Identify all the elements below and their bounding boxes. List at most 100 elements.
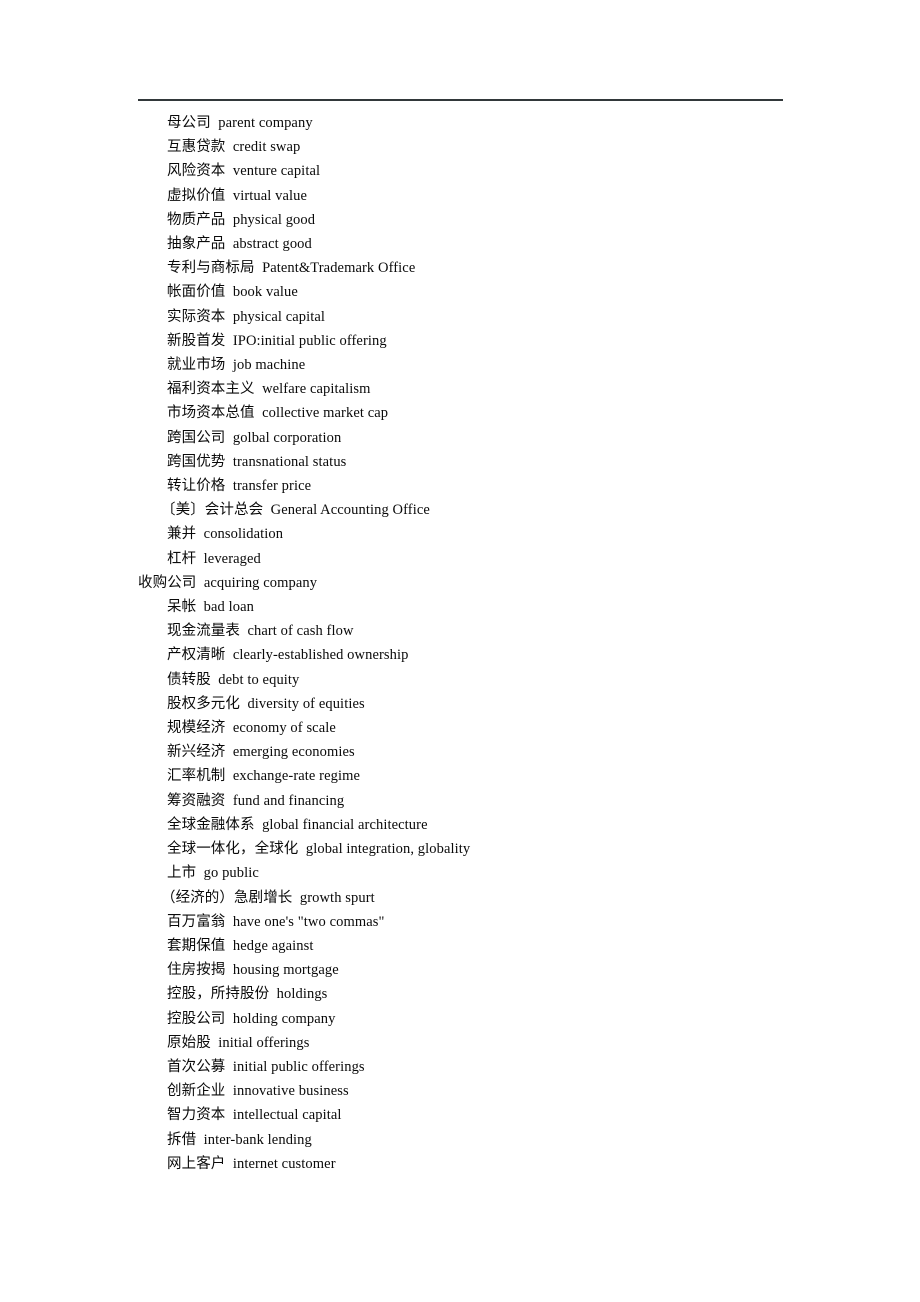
glossary-gloss-english: General Accounting Office (270, 502, 430, 519)
glossary-separator (225, 647, 232, 663)
glossary-entry: 控股公司 holding company (138, 1007, 838, 1031)
glossary-term-chinese: 帐面价值 (167, 284, 226, 301)
glossary-gloss-english: growth spurt (299, 889, 375, 906)
glossary-gloss-english: leveraged (203, 550, 261, 567)
glossary-term-chinese: 收购公司 (138, 574, 197, 591)
glossary-term-chinese: 智力资本 (167, 1107, 226, 1124)
glossary-term-chinese: 套期保值 (167, 937, 226, 954)
glossary-separator (298, 841, 305, 857)
glossary-entry: 母公司 parent company (138, 111, 838, 135)
glossary-entry: （经济的）急剧增长 growth spurt (138, 886, 838, 910)
glossary-gloss-english: diversity of equities (247, 695, 365, 712)
glossary-term-chinese: 百万富翁 (167, 913, 226, 930)
glossary-separator (196, 865, 203, 881)
glossary-term-chinese: 互惠贷款 (167, 139, 226, 156)
glossary-separator (225, 914, 232, 930)
glossary-entry: 新股首发 IPO:initial public offering (138, 329, 838, 353)
glossary-gloss-english: Patent&Trademark Office (262, 260, 416, 277)
glossary-term-chinese: 筹资融资 (167, 792, 226, 809)
glossary-entry: 现金流量表 chart of cash flow (138, 619, 838, 643)
glossary-entry: 控股，所持股份 holdings (138, 982, 838, 1006)
glossary-term-chinese: 股权多元化 (167, 695, 240, 712)
glossary-gloss-english: parent company (218, 115, 313, 131)
glossary-term-chinese: 就业市场 (167, 357, 226, 374)
glossary-entry: 创新企业 innovative business (138, 1079, 838, 1103)
glossary-gloss-english: golbal corporation (232, 429, 342, 446)
glossary-separator (225, 1011, 232, 1027)
glossary-entry: 汇率机制 exchange-rate regime (138, 764, 838, 788)
glossary-gloss-english: initial offerings (218, 1034, 310, 1051)
glossary-gloss-english: have one's "two commas" (232, 913, 385, 930)
glossary-term-chinese: 市场资本总值 (167, 405, 255, 422)
glossary-entry: 抽象产品 abstract good (138, 232, 838, 256)
glossary-gloss-english: book value (232, 284, 298, 301)
glossary-entry: 虚拟价值 virtual value (138, 184, 838, 208)
glossary-separator (263, 502, 270, 518)
glossary-gloss-english: inter-bank lending (203, 1131, 312, 1148)
glossary-term-chinese: 规模经济 (167, 720, 226, 737)
glossary-gloss-english: virtual value (232, 187, 308, 204)
glossary-entry: 就业市场 job machine (138, 353, 838, 377)
glossary-separator (225, 333, 232, 349)
glossary-separator (255, 405, 262, 421)
glossary-gloss-english: debt to equity (218, 671, 300, 688)
glossary-term-chinese: 新兴经济 (167, 744, 226, 761)
glossary-term-chinese: 专利与商标局 (167, 260, 255, 277)
glossary-gloss-english: fund and financing (232, 792, 345, 809)
glossary-term-chinese: 母公司 (167, 115, 211, 131)
glossary-gloss-english: emerging economies (232, 744, 355, 761)
glossary-gloss-english: IPO:initial public offering (232, 332, 387, 349)
glossary-separator (225, 938, 232, 954)
glossary-entry: 全球一体化，全球化 global integration, globality (138, 837, 838, 861)
glossary-separator (225, 1059, 232, 1075)
glossary-separator (225, 454, 232, 470)
glossary-entry: 专利与商标局 Patent&Trademark Office (138, 256, 838, 280)
glossary-term-chinese: 实际资本 (167, 308, 226, 325)
glossary-term-chinese: 汇率机制 (167, 768, 226, 785)
glossary-gloss-english: global integration, globality (305, 841, 471, 858)
glossary-term-chinese: 住房按揭 (167, 962, 226, 979)
glossary-gloss-english: hedge against (232, 937, 314, 954)
glossary-term-chinese: 创新企业 (167, 1083, 226, 1100)
glossary-term-chinese: 上市 (167, 865, 197, 882)
glossary-entry: 转让价格 transfer price (138, 474, 838, 498)
glossary-gloss-english: credit swap (232, 139, 301, 156)
glossary-term-chinese: 福利资本主义 (167, 381, 255, 398)
glossary-gloss-english: venture capital (232, 163, 321, 180)
glossary-term-chinese: 新股首发 (167, 332, 226, 349)
glossary-separator (225, 1156, 232, 1172)
glossary-term-chinese: 网上客户 (167, 1155, 226, 1172)
glossary-entry: 帐面价值 book value (138, 280, 838, 304)
glossary-entry: 风险资本 venture capital (138, 159, 838, 183)
glossary-entry: 杠杆 leveraged (138, 547, 838, 571)
glossary-entry: 债转股 debt to equity (138, 668, 838, 692)
glossary-entry: 全球金融体系 global financial architecture (138, 813, 838, 837)
glossary-entry: 物质产品 physical good (138, 208, 838, 232)
glossary-entry: 兼并 consolidation (138, 522, 838, 546)
glossary-term-chinese: 全球一体化，全球化 (167, 841, 299, 858)
glossary-separator (196, 1132, 203, 1148)
glossary-gloss-english: global financial architecture (262, 816, 428, 833)
glossary-separator (225, 139, 232, 155)
glossary-separator (225, 309, 232, 325)
glossary-entry: 原始股 initial offerings (138, 1031, 838, 1055)
glossary-entry: 呆帐 bad loan (138, 595, 838, 619)
glossary-gloss-english: clearly-established ownership (232, 647, 409, 664)
glossary-entry: 跨国优势 transnational status (138, 450, 838, 474)
glossary-term-chinese: 跨国优势 (167, 453, 226, 470)
glossary-gloss-english: internet customer (232, 1155, 336, 1172)
glossary-gloss-english: physical good (232, 211, 316, 228)
glossary-entry: 规模经济 economy of scale (138, 716, 838, 740)
glossary-term-chinese: 产权清晰 (167, 647, 226, 664)
header-horizontal-rule (138, 99, 783, 101)
glossary-term-chinese: 首次公募 (167, 1058, 226, 1075)
glossary-gloss-english: go public (203, 865, 259, 882)
glossary-separator (225, 478, 232, 494)
glossary-entry: 套期保值 hedge against (138, 934, 838, 958)
glossary-entry: 福利资本主义 welfare capitalism (138, 377, 838, 401)
glossary-term-chinese: 债转股 (167, 671, 211, 688)
glossary-gloss-english: welfare capitalism (262, 381, 371, 398)
glossary-separator (225, 163, 232, 179)
glossary-separator (225, 236, 232, 252)
glossary-entry: 智力资本 intellectual capital (138, 1103, 838, 1127)
